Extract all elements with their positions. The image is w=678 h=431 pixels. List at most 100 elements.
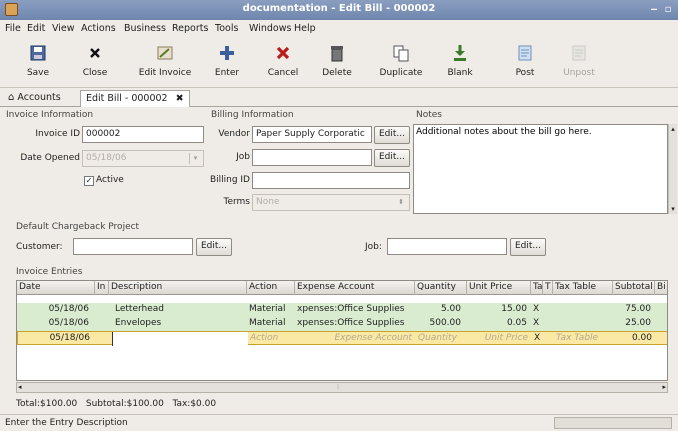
col-subtotal[interactable]: Subtotal — [613, 281, 655, 295]
invoice-id-label: Invoice ID — [35, 129, 80, 139]
col-unit-price[interactable]: Unit Price — [467, 281, 531, 295]
job-edit-button[interactable]: Edit... — [374, 149, 410, 167]
total-value: Total:$100.00 — [16, 399, 78, 409]
menu-help[interactable]: Help — [294, 23, 316, 34]
unpost-icon — [572, 45, 586, 61]
notes-textarea[interactable]: Additional notes about the bill go here. — [413, 124, 668, 214]
unpost-button[interactable]: Unpost — [557, 38, 601, 86]
col-taxable[interactable]: Ta — [531, 281, 543, 295]
notes-scrollbar[interactable]: ▴ ▾ — [668, 124, 677, 214]
menu-bar: File Edit View Actions Business Reports … — [0, 20, 678, 38]
scroll-up-icon[interactable]: ▴ — [669, 124, 677, 134]
billing-id-field[interactable] — [252, 172, 410, 189]
save-button[interactable]: Save — [18, 38, 58, 86]
billing-information-heading: Billing Information — [211, 110, 294, 120]
entries-grid: Date In Description Action Expense Accou… — [16, 280, 668, 381]
job-label: Job — [236, 152, 250, 162]
menu-tools[interactable]: Tools — [215, 23, 238, 34]
menu-file[interactable]: File — [5, 23, 21, 34]
col-expense-account[interactable]: Expense Account — [295, 281, 415, 295]
scroll-down-icon[interactable]: ▾ — [669, 204, 677, 214]
customer-edit-button[interactable]: Edit... — [196, 238, 232, 256]
date-opened-field[interactable]: 05/18/06 ▾ — [82, 150, 204, 167]
window-title: documentation - Edit Bill - 000002 — [242, 3, 436, 14]
grid-horizontal-scrollbar[interactable]: ◂ ⁞ ▸ — [16, 382, 668, 393]
table-row[interactable]: 05/18/06 Letterhead Material xpenses:Off… — [17, 303, 667, 317]
trash-icon — [331, 46, 343, 62]
chargeback-job-label: Job: — [365, 242, 382, 252]
blank-button[interactable]: Blank — [440, 38, 480, 86]
col-tax-table[interactable]: Tax Table — [553, 281, 613, 295]
close-button[interactable]: Close — [75, 38, 115, 86]
edit-invoice-button[interactable]: Edit Invoice — [136, 38, 194, 86]
tab-accounts[interactable]: ⌂ Accounts — [3, 90, 66, 107]
subtotal-value: Subtotal:$100.00 — [85, 399, 164, 409]
blank-entry-row[interactable]: 05/18/06 Action Expense Account Quantity… — [17, 331, 667, 346]
vendor-label: Vendor — [218, 129, 250, 139]
post-icon — [518, 45, 532, 61]
menu-windows[interactable]: Windows — [249, 23, 291, 34]
menu-view[interactable]: View — [52, 23, 75, 34]
totals-bar: Total:$100.00 Subtotal:$100.00 Tax:$0.00 — [16, 399, 216, 409]
menu-business[interactable]: Business — [124, 23, 166, 34]
invoice-entries-heading: Invoice Entries — [16, 267, 83, 277]
chargeback-heading: Default Chargeback Project — [16, 222, 140, 232]
enter-button[interactable]: Enter — [207, 38, 247, 86]
status-text: Enter the Entry Description — [5, 418, 128, 428]
terms-select[interactable]: None ⬍ — [252, 194, 410, 211]
vendor-field[interactable]: Paper Supply Corporatic — [252, 126, 372, 143]
menu-edit[interactable]: Edit — [27, 23, 45, 34]
calendar-dropdown-icon[interactable]: ▾ — [189, 153, 201, 164]
invoice-id-field[interactable]: 000002 — [82, 126, 204, 143]
duplicate-button[interactable]: Duplicate — [375, 38, 427, 86]
active-label: Active — [96, 175, 124, 185]
billing-id-label: Billing ID — [209, 175, 250, 185]
status-bar: Enter the Entry Description — [0, 414, 678, 431]
scroll-right-icon[interactable]: ▸ — [662, 383, 666, 391]
minimize-icon[interactable]: ‒ — [648, 4, 660, 16]
duplicate-icon — [393, 45, 409, 62]
terms-label: Terms — [223, 197, 250, 207]
tab-bar: ⌂ Accounts Edit Bill - 000002 ✖ — [0, 88, 678, 107]
save-icon — [30, 45, 46, 61]
maximize-icon[interactable]: ▫ — [662, 4, 674, 16]
edit-invoice-icon — [157, 46, 173, 60]
customer-field[interactable] — [73, 238, 193, 255]
vendor-edit-button[interactable]: Edit... — [374, 126, 410, 144]
menu-reports[interactable]: Reports — [172, 23, 208, 34]
cancel-button[interactable]: Cancel — [262, 38, 304, 86]
menu-actions[interactable]: Actions — [81, 23, 116, 34]
col-billable[interactable]: Bi — [655, 281, 667, 295]
post-button[interactable]: Post — [505, 38, 545, 86]
close-icon — [90, 48, 100, 58]
chargeback-job-field[interactable] — [387, 238, 507, 255]
col-description[interactable]: Description — [109, 281, 247, 295]
invoice-information-heading: Invoice Information — [6, 110, 94, 120]
notes-heading: Notes — [416, 110, 442, 120]
col-date[interactable]: Date — [17, 281, 95, 295]
col-quantity[interactable]: Quantity — [415, 281, 467, 295]
col-invoiced[interactable]: In — [95, 281, 109, 295]
blank-icon — [454, 45, 466, 61]
scroll-thumb-grip[interactable]: ⁞ — [337, 383, 339, 391]
customer-label: Customer: — [16, 242, 63, 252]
grid-header: Date In Description Action Expense Accou… — [17, 281, 667, 295]
date-opened-label: Date Opened — [20, 153, 80, 163]
description-input[interactable] — [112, 332, 248, 346]
col-tax-included[interactable]: T — [543, 281, 553, 295]
progress-bar — [554, 417, 672, 429]
cancel-icon — [276, 46, 290, 60]
table-row[interactable]: 05/18/06 Envelopes Material xpenses:Offi… — [17, 317, 667, 331]
tab-close-icon[interactable]: ✖ — [176, 93, 184, 104]
active-checkbox[interactable]: ✓ — [84, 176, 94, 186]
toolbar: Save Close Edit Invoice Enter Cancel Del… — [0, 38, 678, 88]
terms-dropdown-icon[interactable]: ⬍ — [395, 197, 407, 208]
chargeback-job-edit-button[interactable]: Edit... — [510, 238, 546, 256]
delete-button[interactable]: Delete — [316, 38, 358, 86]
tab-edit-bill[interactable]: Edit Bill - 000002 ✖ — [80, 90, 190, 107]
col-action[interactable]: Action — [247, 281, 295, 295]
job-field[interactable] — [252, 149, 372, 166]
enter-icon — [220, 46, 234, 60]
scroll-left-icon[interactable]: ◂ — [18, 383, 22, 391]
tax-value: Tax:$0.00 — [172, 399, 217, 409]
